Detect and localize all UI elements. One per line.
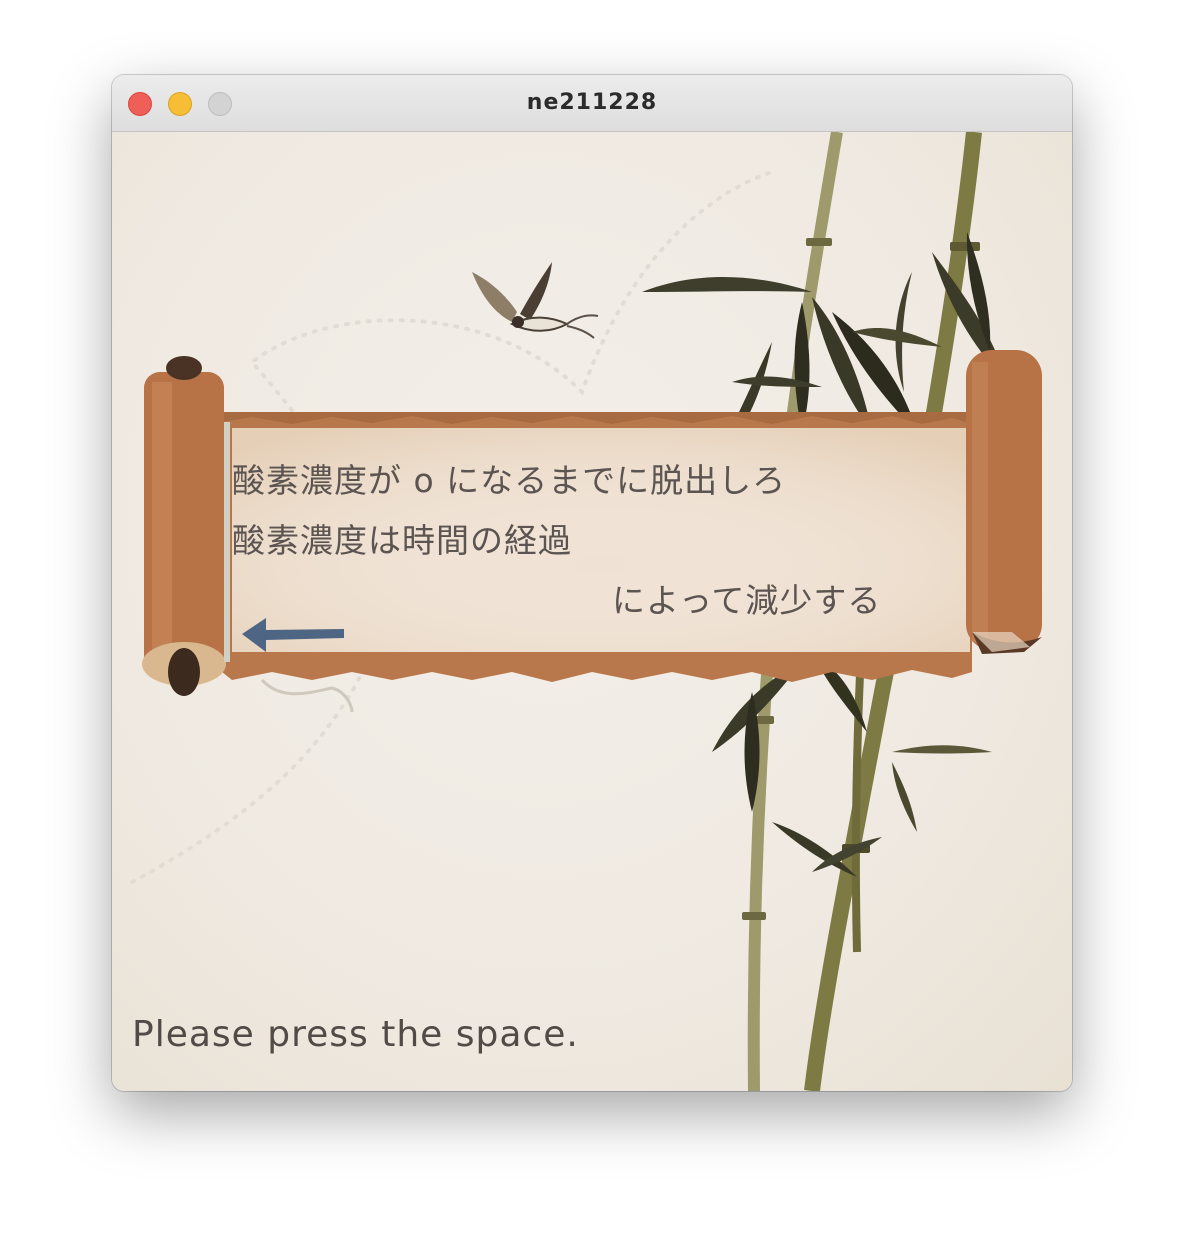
ribbon-decoration <box>260 678 354 713</box>
scroll-line-3: によって減少する <box>612 581 882 620</box>
app-window: ne211228 酸素濃度が o になるまでに脱出しろ 酸素濃度は時間の経過 に… <box>112 75 1072 1091</box>
scroll-line-1: 酸素濃度が o になるまでに脱出しろ <box>232 461 787 500</box>
press-space-prompt: Please press the space. <box>132 1014 579 1055</box>
game-scene <box>130 132 1042 1091</box>
game-canvas[interactable]: 酸素濃度が o になるまでに脱出しろ 酸素濃度は時間の経過 によって減少する P… <box>112 132 1072 1091</box>
window-title: ne211228 <box>526 90 658 115</box>
bird-icon <box>472 262 599 339</box>
scroll-line-2: 酸素濃度は時間の経過 <box>232 521 572 560</box>
title-bar: ne211228 <box>112 75 1072 132</box>
